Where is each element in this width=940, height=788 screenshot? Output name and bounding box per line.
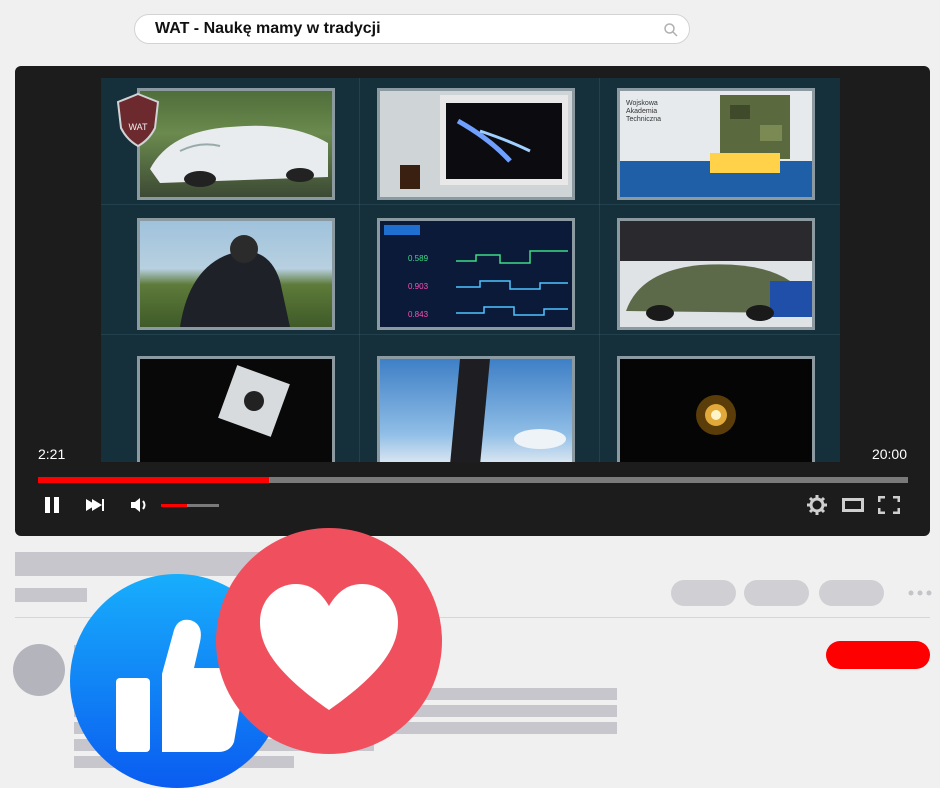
video-tile-light-source <box>617 356 815 462</box>
action-pill-2[interactable] <box>744 580 809 606</box>
progress-fill <box>38 477 269 483</box>
tile-text-1: Wojskowa <box>626 100 658 107</box>
video-tile-satellite-device <box>137 356 335 462</box>
search-bar[interactable]: WAT - Naukę mamy w tradycji <box>134 14 690 44</box>
wat-logo: WAT <box>116 92 160 148</box>
fullscreen-icon[interactable] <box>878 496 900 514</box>
video-tile-car <box>137 88 335 200</box>
logo-text: WAT <box>129 122 148 132</box>
video-tile-exhibition-camouflage: Wojskowa Akademia Techniczna <box>617 88 815 200</box>
next-icon[interactable] <box>85 497 105 513</box>
search-icon[interactable] <box>663 22 679 38</box>
search-query[interactable]: WAT - Naukę mamy w tradycji <box>155 20 381 38</box>
avatar[interactable] <box>13 644 65 696</box>
duration: 20:00 <box>871 446 907 462</box>
dashboard-value-2: 0.903 <box>408 282 429 291</box>
love-reaction-icon[interactable] <box>216 528 442 754</box>
more-icon[interactable] <box>908 589 932 597</box>
gear-icon[interactable] <box>807 495 827 515</box>
video-tile-binoculars <box>137 218 335 330</box>
tile-text-3: Techniczna <box>626 116 661 123</box>
action-pill-1[interactable] <box>671 580 736 606</box>
volume-fill <box>161 504 188 507</box>
video-tile-radar-tower <box>377 356 575 462</box>
video-tile-military-car <box>617 218 815 330</box>
pause-icon[interactable] <box>43 496 61 514</box>
action-pill-3[interactable] <box>819 580 884 606</box>
theater-icon[interactable] <box>842 498 864 512</box>
dashboard-value-3: 0.843 <box>408 310 429 319</box>
video-player[interactable]: Wojskowa Akademia Techniczna 0.589 0.903… <box>15 66 930 536</box>
video-frame[interactable]: Wojskowa Akademia Techniczna 0.589 0.903… <box>101 78 840 462</box>
video-tile-lab-monitor <box>377 88 575 200</box>
tile-text-2: Akademia <box>626 108 657 115</box>
video-tile-dashboard: 0.589 0.903 0.843 <box>377 218 575 330</box>
current-time: 2:21 <box>38 446 66 462</box>
subscribe-button[interactable] <box>826 641 930 669</box>
volume-icon[interactable] <box>129 496 149 514</box>
dashboard-value-1: 0.589 <box>408 254 429 263</box>
